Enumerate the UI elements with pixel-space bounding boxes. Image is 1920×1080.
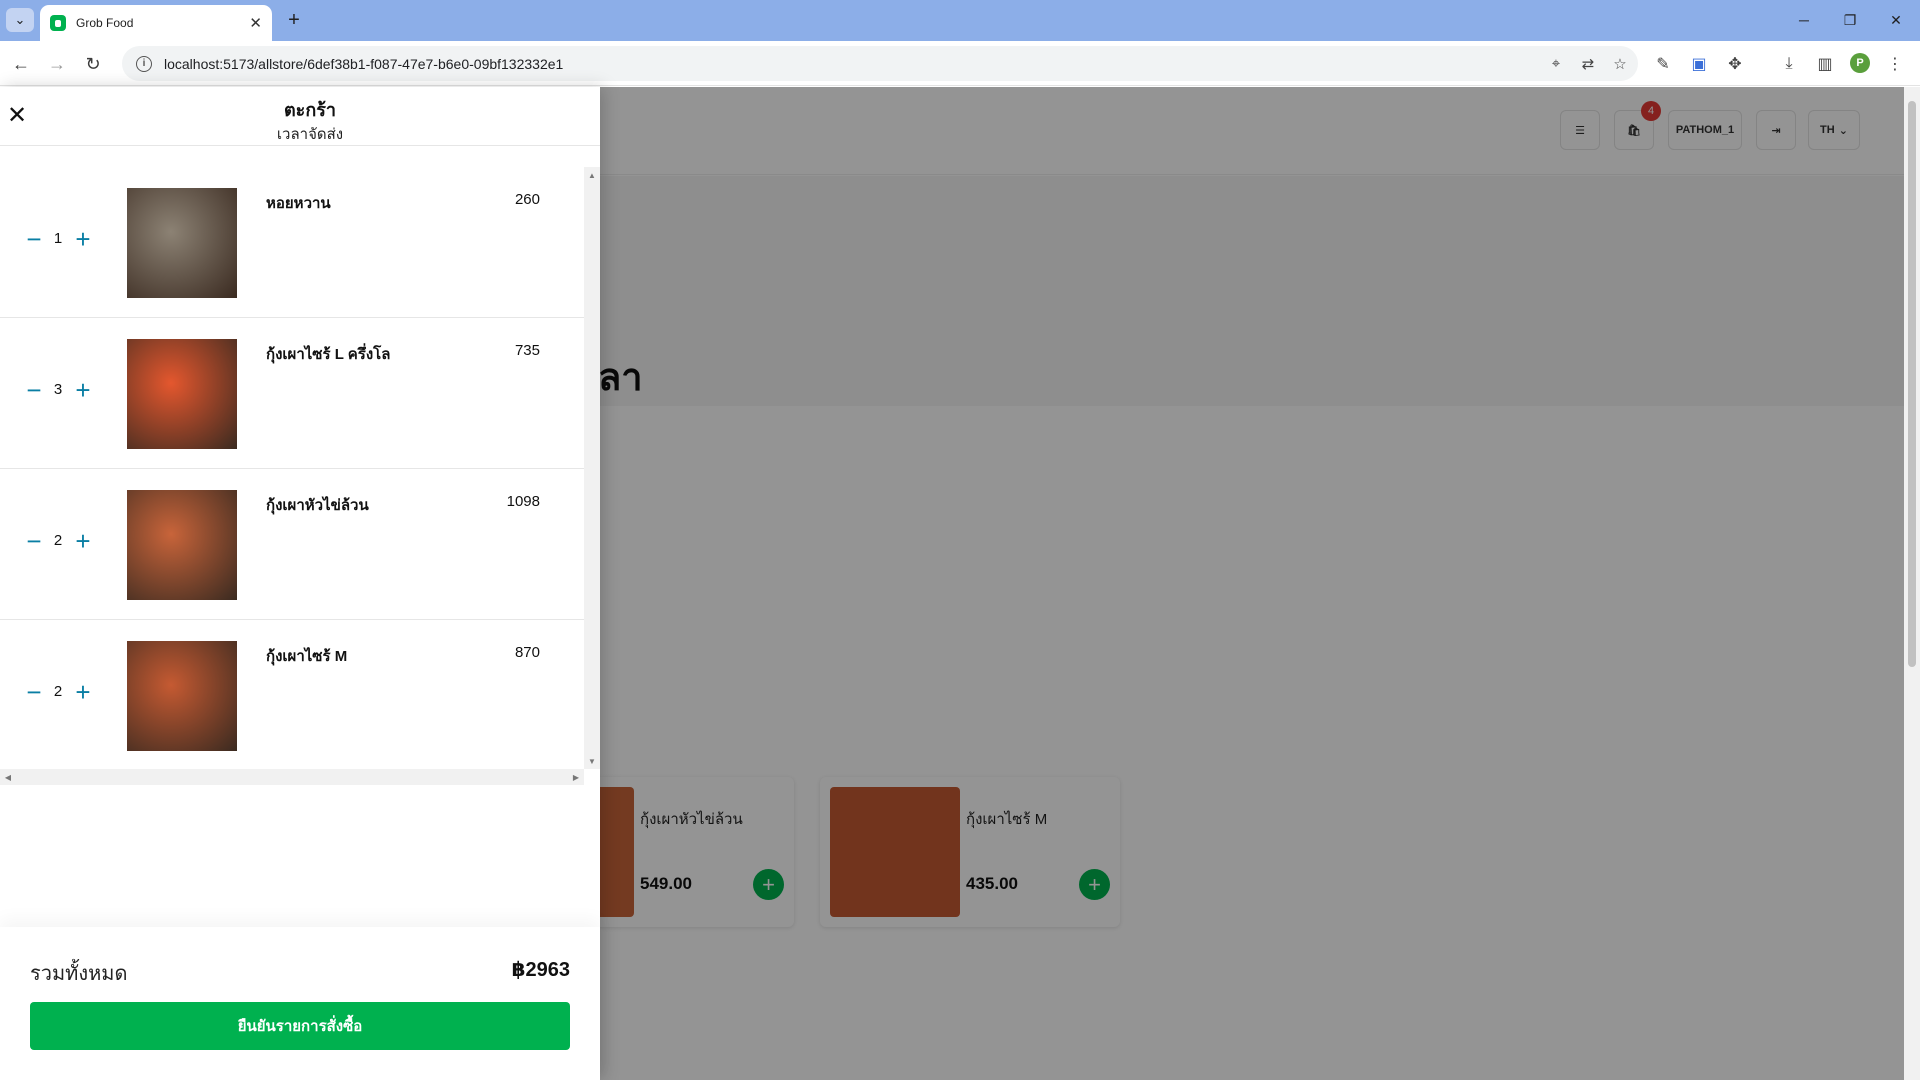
item-price: 1098 (506, 493, 540, 510)
browser-tab[interactable]: Grob Food ✕ (40, 5, 272, 41)
new-tab-icon[interactable]: + (282, 8, 306, 32)
browser-titlebar: ⌄ Grob Food ✕ + ─ ❐ ✕ (0, 0, 1920, 41)
scroll-right-icon[interactable]: ▶ (568, 769, 584, 785)
site-info-icon[interactable]: i (136, 55, 152, 72)
plus-icon[interactable]: + (71, 679, 95, 705)
item-name: หอยหวาน (266, 195, 331, 212)
page-scrollbar-thumb[interactable] (1908, 101, 1916, 667)
item-image (127, 641, 237, 751)
minus-icon[interactable]: − (22, 377, 46, 403)
location-icon[interactable]: ⌖ (1542, 50, 1570, 78)
back-icon[interactable]: ← (8, 51, 34, 77)
quantity-value: 3 (53, 381, 63, 398)
item-price: 735 (514, 342, 540, 359)
quantity-value: 2 (53, 683, 63, 700)
plus-icon[interactable]: + (71, 528, 95, 554)
plus-icon[interactable]: + (71, 377, 95, 403)
profile-avatar[interactable]: P (1850, 53, 1870, 73)
confirm-order-button[interactable]: ยืนยันรายการสั่งซื้อ (30, 1002, 570, 1050)
browser-toolbar: ← → ↻ i localhost:5173/allstore/6def38b1… (0, 41, 1920, 86)
cart-horizontal-scrollbar[interactable]: ◀ ▶ (0, 769, 584, 785)
pen-icon[interactable]: ✎ (1650, 51, 1676, 77)
tab-title: Grob Food (76, 16, 134, 30)
cart-footer: รวมทั้งหมด ฿2963 ยืนยันรายการสั่งซื้อ (0, 927, 600, 1080)
cart-item: − 1 + หอยหวาน 260 (0, 167, 584, 318)
scroll-down-icon[interactable]: ▼ (584, 753, 600, 769)
item-image (127, 490, 237, 600)
plus-icon[interactable]: + (71, 226, 95, 252)
side-panel-icon[interactable]: ▥ (1812, 51, 1838, 77)
forward-icon[interactable]: → (44, 51, 70, 77)
cart-item: − 2 + กุ้งเผาหัวไข่ล้วน 1098 (0, 469, 584, 620)
minus-icon[interactable]: − (22, 528, 46, 554)
download-icon[interactable]: ⤓ (1776, 51, 1802, 77)
cart-item-list[interactable]: − 1 + หอยหวาน 260 − 3 + กุ้งเผาไซร้ L คร… (0, 167, 584, 769)
bookmark-star-icon[interactable]: ☆ (1606, 50, 1634, 78)
cart-vertical-scrollbar[interactable]: ▲ ▼ (584, 167, 600, 769)
chrome-menu-icon[interactable]: ⋮ (1882, 51, 1908, 77)
tab-search-icon[interactable]: ⌄ (6, 8, 34, 32)
cart-title: ตะกร้า (283, 100, 337, 120)
item-image (127, 188, 237, 298)
item-name: กุ้งเผาหัวไข่ล้วน (266, 497, 369, 514)
minus-icon[interactable]: − (22, 679, 46, 705)
item-price: 260 (514, 191, 540, 208)
item-price: 870 (514, 644, 540, 661)
grob-food-favicon-icon (50, 15, 66, 31)
divider (0, 145, 600, 146)
cart-drawer: ✕ ตะกร้า เวลาจัดส่ง − 1 + หอยหวาน 260 − … (0, 87, 600, 1080)
delivery-time-label: เวลาจัดส่ง (276, 126, 344, 143)
restore-icon[interactable]: ❐ (1830, 8, 1870, 32)
url-text[interactable]: localhost:5173/allstore/6def38b1-f087-47… (164, 56, 1542, 72)
minimize-icon[interactable]: ─ (1784, 8, 1824, 32)
quantity-value: 2 (53, 532, 63, 549)
page-scrollbar[interactable] (1904, 87, 1920, 1080)
cart-item: − 2 + กุ้งเผาไซร้ M 870 (0, 620, 584, 769)
item-name: กุ้งเผาไซร้ M (266, 648, 348, 665)
window-close-icon[interactable]: ✕ (1876, 8, 1916, 32)
item-image (127, 339, 237, 449)
reload-icon[interactable]: ↻ (80, 51, 106, 77)
scroll-left-icon[interactable]: ◀ (0, 769, 16, 785)
total-label: รวมทั้งหมด (30, 963, 128, 985)
translate-icon[interactable]: ⇄ (1574, 50, 1602, 78)
minus-icon[interactable]: − (22, 226, 46, 252)
cart-item: − 3 + กุ้งเผาไซร้ L ครึ่งโล 735 (0, 318, 584, 469)
total-value: ฿2963 (511, 959, 570, 981)
item-name: กุ้งเผาไซร้ L ครึ่งโล (266, 346, 391, 363)
scroll-up-icon[interactable]: ▲ (584, 167, 600, 183)
tab-close-icon[interactable]: ✕ (249, 14, 262, 32)
extension-a-icon[interactable]: ▣ (1686, 51, 1712, 77)
quantity-value: 1 (53, 230, 63, 247)
address-bar[interactable]: i localhost:5173/allstore/6def38b1-f087-… (122, 46, 1638, 81)
extensions-puzzle-icon[interactable]: ✥ (1722, 51, 1748, 77)
